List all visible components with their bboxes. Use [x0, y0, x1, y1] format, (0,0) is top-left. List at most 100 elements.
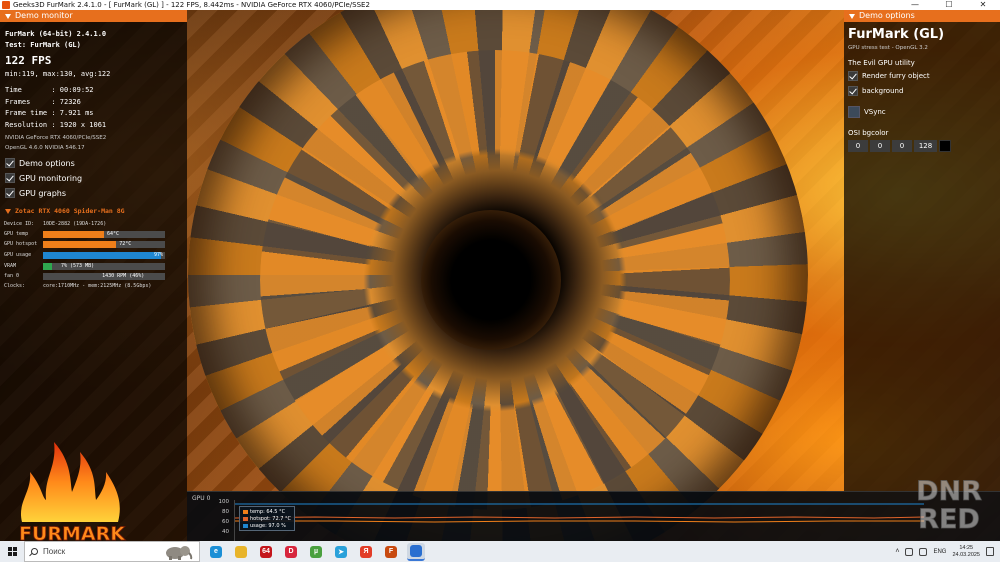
- checkbox-label: Render furry object: [862, 72, 930, 80]
- opengl-version: OpenGL 4.6.0 NVIDIA 546.17: [5, 145, 85, 151]
- render-furry-checkbox[interactable]: Render furry object: [848, 71, 930, 81]
- network-icon[interactable]: [905, 547, 914, 556]
- bgcolor-fields: 0 0 0 128: [848, 140, 951, 152]
- gpu-metric-label: GPU hotspot: [4, 241, 38, 247]
- search-highlight-elephant-icon: [166, 546, 193, 560]
- windows-logo-icon: [7, 547, 17, 556]
- clock[interactable]: 14:25 24.03.2025: [952, 545, 980, 559]
- legend-swatch: [243, 523, 248, 528]
- bgcolor-b-input[interactable]: 0: [892, 140, 912, 152]
- gpu-metric-label: GPU temp: [4, 231, 29, 237]
- gpu-metric-fill: [43, 230, 104, 238]
- gpu-metric-label: VRAM: [4, 263, 17, 269]
- legend-temp: temp: 64.5 °C: [243, 508, 291, 515]
- tray-overflow-chevron-icon[interactable]: ˄: [895, 548, 899, 555]
- start-button[interactable]: [0, 541, 24, 562]
- gpu-name: Zotac RTX 4060 Spider-Man 8G: [15, 207, 125, 215]
- furmark-logo: FURMARK: [19, 442, 127, 545]
- legend-text: usage: 97.0 %: [250, 522, 286, 529]
- legend-swatch: [243, 509, 248, 514]
- checkbox-unchecked-icon: [848, 106, 860, 118]
- gpu-metric-row: GPU temp 64°C: [4, 230, 184, 238]
- collapse-triangle-icon: [849, 13, 855, 19]
- gpu-metric-fill: [43, 262, 52, 270]
- hotspot-line: [235, 516, 924, 519]
- legend-swatch: [243, 516, 248, 521]
- checkbox-checked-icon: [848, 86, 858, 96]
- taskbar-search[interactable]: Поиск: [24, 541, 200, 562]
- test-name: Test: FurMark (GL): [5, 41, 81, 49]
- options-subtitle: GPU stress test - OpenGL 3.2: [848, 45, 928, 51]
- active-window-taskbar-icon[interactable]: [407, 542, 425, 561]
- furmark-taskbar-icon[interactable]: F: [382, 543, 400, 561]
- demo-monitor-header[interactable]: Demo monitor: [0, 10, 187, 22]
- fps-value: 122 FPS: [5, 54, 52, 67]
- gpu-monitoring-checkbox[interactable]: GPU monitoring: [5, 173, 82, 183]
- gpu-metric-row: VRAM 7% (573 MB): [4, 262, 184, 270]
- bgcolor-g-input[interactable]: 0: [870, 140, 890, 152]
- options-title: FurMark (GL): [848, 27, 945, 42]
- resolution-value: Resolution : 1920 x 1061: [5, 121, 107, 129]
- device-id-label: Device ID:: [4, 221, 35, 227]
- taskbar: Поиск e 64 Dµ ➤ Я F ˄ ENG 14:25 24.03.2025: [0, 541, 1000, 562]
- language-indicator[interactable]: ENG: [933, 549, 946, 555]
- minimize-button[interactable]: —: [898, 0, 932, 10]
- background-checkbox[interactable]: background: [848, 86, 903, 96]
- gpu-metric-value: 64°C: [107, 230, 120, 237]
- demo-options-header[interactable]: Demo options: [844, 10, 1000, 22]
- checkbox-label: GPU graphs: [19, 188, 67, 198]
- graph-legend: temp: 64.5 °C hotspot: 72.7 °C usage: 97…: [239, 506, 295, 531]
- utorrent-taskbar-icon[interactable]: µ: [307, 543, 325, 561]
- volume-icon[interactable]: [919, 547, 928, 556]
- frame-time-value: Frame time : 7.921 ms: [5, 109, 94, 117]
- graph-tick-label: 100: [218, 499, 230, 505]
- collapse-triangle-icon: [5, 13, 11, 19]
- telegram-taskbar-icon[interactable]: ➤: [332, 543, 350, 561]
- edge-taskbar-icon[interactable]: e: [207, 543, 225, 561]
- search-icon: [31, 548, 38, 555]
- furmark-app-icon: [2, 1, 10, 9]
- notifications-icon[interactable]: [986, 547, 994, 556]
- taskbar-apps: e 64 Dµ ➤ Я F: [200, 542, 425, 561]
- legend-hotspot: hotspot: 72.7 °C: [243, 515, 291, 522]
- gpu-metric-fill: [43, 240, 117, 248]
- demo-options-title: Demo options: [859, 11, 915, 20]
- active-window-icon: [410, 544, 422, 557]
- checkbox-checked-icon: [5, 173, 15, 183]
- telegram-icon: ➤: [335, 545, 347, 558]
- gpu-section-header[interactable]: Zotac RTX 4060 Spider-Man 8G: [5, 207, 125, 215]
- explorer-taskbar-icon[interactable]: [232, 543, 250, 561]
- bgcolor-a-input[interactable]: 128: [914, 140, 937, 152]
- close-button[interactable]: ✕: [966, 0, 1000, 10]
- graph-tick-label: 40: [222, 529, 229, 535]
- checkbox-checked-icon: [848, 71, 858, 81]
- renderer-name: NVIDIA GeForce RTX 4060/PCIe/SSE2: [5, 135, 107, 141]
- checkbox-label: GPU monitoring: [19, 173, 83, 183]
- time-value: Time : 00:09:52: [5, 86, 94, 94]
- bgcolor-r-input[interactable]: 0: [848, 140, 868, 152]
- gpu-metric-bar: 72°C: [43, 240, 165, 248]
- explorer-icon: [235, 545, 247, 558]
- yandex-taskbar-icon[interactable]: Я: [357, 543, 375, 561]
- search-placeholder: Поиск: [43, 547, 66, 556]
- gpu-metric-bar: 7% (573 MB): [43, 262, 165, 270]
- graph-tick-label: 60: [222, 519, 229, 525]
- aida64-taskbar-icon[interactable]: 64: [257, 543, 275, 561]
- gpu-metric-fill: [43, 272, 100, 280]
- dnr-taskbar-icon[interactable]: D: [282, 543, 300, 561]
- gpu-metric-bar: 1430 RPM (46%): [43, 272, 165, 280]
- gpu-graphs-checkbox[interactable]: GPU graphs: [5, 188, 66, 198]
- gpu-metric-bar: 97%: [43, 251, 165, 259]
- device-id-value: 10DE-2882 (19DA-1726): [43, 221, 107, 227]
- window-titlebar: Geeks3D FurMark 2.4.1.0 - [ FurMark (GL)…: [0, 0, 1000, 10]
- yandex-icon: Я: [360, 545, 372, 558]
- window-title: Geeks3D FurMark 2.4.1.0 - [ FurMark (GL)…: [13, 1, 370, 9]
- graph-gpu-label: GPU 0: [192, 495, 211, 502]
- bgcolor-label: OSI bgcolor: [848, 129, 889, 137]
- collapse-triangle-icon: [5, 208, 11, 214]
- demo-options-checkbox[interactable]: Demo options: [5, 158, 75, 168]
- demo-options-panel: Demo options FurMark (GL) GPU stress tes…: [844, 10, 1000, 492]
- bgcolor-swatch[interactable]: [939, 140, 951, 152]
- maximize-button[interactable]: ☐: [932, 0, 966, 10]
- vsync-checkbox[interactable]: VSync: [848, 106, 886, 118]
